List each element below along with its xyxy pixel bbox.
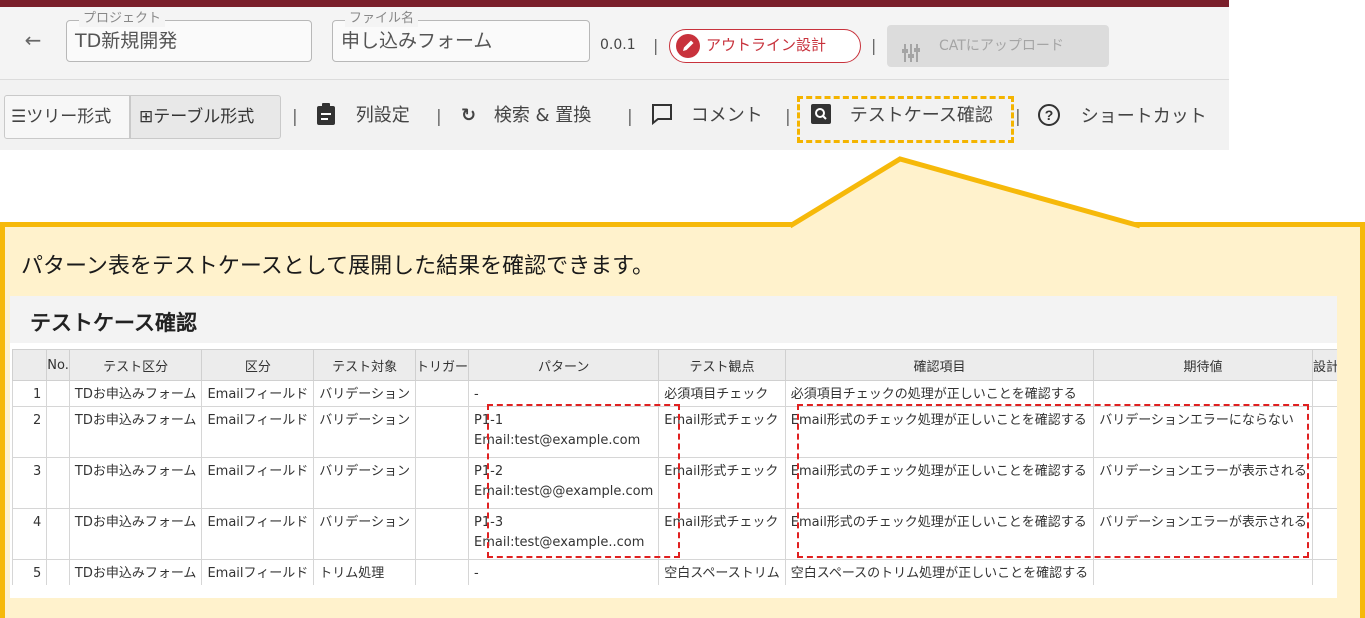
trigger-cell xyxy=(414,559,470,585)
column-header[interactable]: 設計 xyxy=(1311,349,1337,381)
design-cell xyxy=(1311,508,1337,560)
row-index: 1 xyxy=(12,380,48,407)
expected-cell xyxy=(1093,559,1313,585)
no-cell xyxy=(46,380,70,407)
pattern-id: - xyxy=(474,566,479,581)
design-cell xyxy=(1311,559,1337,585)
callout-text: パターン表をテストケースとして展開した結果を確認できます。 xyxy=(21,254,654,279)
testcase-panel-title: テストケース確認 xyxy=(30,311,197,335)
design-cell xyxy=(1311,380,1337,407)
pattern-id: - xyxy=(474,387,479,402)
viewpoint-cell: 空白スペーストリム xyxy=(658,559,786,585)
table-row[interactable]: 5 TDお申込みフォーム Emailフィールド トリム処理 - 空白スペーストリ… xyxy=(12,559,1337,585)
check-expected-highlight-box xyxy=(797,404,1309,558)
column-header[interactable]: テスト区分 xyxy=(68,349,203,381)
testcase-panel-header xyxy=(10,296,1337,343)
design-cell xyxy=(1311,406,1337,458)
column-header[interactable]: 確認項目 xyxy=(784,349,1095,381)
category-cell: TDお申込みフォーム xyxy=(68,559,203,585)
callout-pointer xyxy=(788,156,1141,229)
pattern-cell: - xyxy=(468,559,660,585)
section-cell: Emailフィールド xyxy=(201,508,315,560)
no-cell xyxy=(46,559,70,585)
row-index: 4 xyxy=(12,508,48,560)
target-cell: トリム処理 xyxy=(313,559,416,585)
row-index: 2 xyxy=(12,406,48,458)
target-cell: バリデーション xyxy=(313,457,416,509)
no-cell xyxy=(46,508,70,560)
check-item-cell: 空白スペースのトリム処理が正しいことを確認する xyxy=(784,559,1095,585)
section-cell: Emailフィールド xyxy=(201,380,315,407)
target-cell: バリデーション xyxy=(313,508,416,560)
category-cell: TDお申込みフォーム xyxy=(68,406,203,458)
trigger-cell xyxy=(414,457,470,509)
column-header[interactable]: テスト対象 xyxy=(313,349,416,381)
category-cell: TDお申込みフォーム xyxy=(68,457,203,509)
category-cell: TDお申込みフォーム xyxy=(68,380,203,407)
pattern-cell: - xyxy=(468,380,660,407)
trigger-cell xyxy=(414,406,470,458)
viewpoint-cell: 必須項目チェック xyxy=(658,380,786,407)
column-header[interactable]: No. xyxy=(46,349,70,381)
target-cell: バリデーション xyxy=(313,406,416,458)
column-header[interactable]: 区分 xyxy=(201,349,315,381)
design-cell xyxy=(1311,457,1337,509)
check-item-cell: 必須項目チェックの処理が正しいことを確認する xyxy=(784,380,1095,407)
column-header[interactable]: パターン xyxy=(468,349,660,381)
row-index: 5 xyxy=(12,559,48,585)
no-cell xyxy=(46,406,70,458)
trigger-cell xyxy=(414,508,470,560)
no-cell xyxy=(46,457,70,509)
section-cell: Emailフィールド xyxy=(201,559,315,585)
section-cell: Emailフィールド xyxy=(201,457,315,509)
trigger-cell xyxy=(414,380,470,407)
target-cell: バリデーション xyxy=(313,380,416,407)
column-header[interactable]: テスト観点 xyxy=(658,349,786,381)
column-header[interactable] xyxy=(12,349,48,381)
column-header[interactable]: トリガー xyxy=(414,349,470,381)
section-cell: Emailフィールド xyxy=(201,406,315,458)
row-index: 3 xyxy=(12,457,48,509)
pattern-highlight-box xyxy=(487,404,680,558)
column-header[interactable]: 期待値 xyxy=(1093,349,1313,381)
table-row[interactable]: 1 TDお申込みフォーム Emailフィールド バリデーション - 必須項目チェ… xyxy=(12,380,1337,407)
expected-cell xyxy=(1093,380,1313,407)
category-cell: TDお申込みフォーム xyxy=(68,508,203,560)
table-header-row: No. テスト区分 区分 テスト対象 トリガー パターン テスト観点 確認項目 … xyxy=(12,349,1337,381)
